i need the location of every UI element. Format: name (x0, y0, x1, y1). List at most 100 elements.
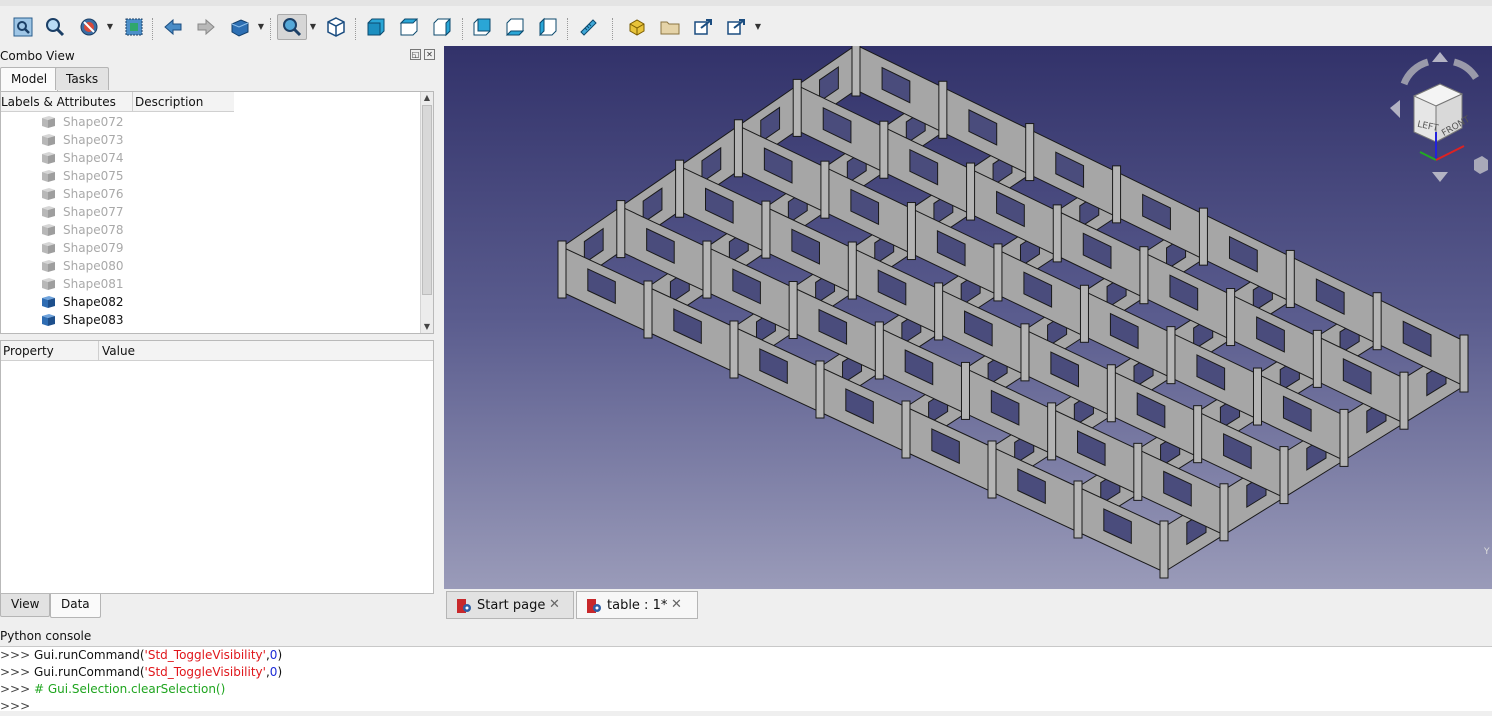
shape-icon (42, 296, 55, 308)
tree-item[interactable]: Shape079 (1, 239, 421, 257)
y-axis-line (1419, 151, 1437, 161)
axis-y-label: Y (1484, 547, 1490, 557)
model-post (847, 241, 857, 300)
right-view-icon[interactable] (429, 14, 455, 40)
tree-item-label: Shape081 (63, 277, 124, 291)
tree-item[interactable]: Shape083 (1, 311, 421, 329)
close-tab-icon[interactable]: ✕ (549, 597, 560, 612)
property-header-value[interactable]: Value (102, 344, 135, 358)
model-post (1339, 408, 1349, 467)
model-post (1198, 207, 1208, 266)
python-console-title: Python console (0, 629, 92, 643)
isometric-view-icon[interactable] (323, 14, 349, 40)
tree-item[interactable]: Shape076 (1, 185, 421, 203)
scroll-up-icon[interactable]: ▲ (421, 92, 433, 104)
nav-down-icon (1432, 172, 1448, 182)
freecad-icon (587, 599, 601, 613)
tree-item[interactable]: Shape074 (1, 149, 421, 167)
model-post (1133, 442, 1143, 501)
draw-style-dropdown[interactable]: ▼ (106, 20, 114, 32)
group-icon[interactable] (657, 14, 683, 40)
model-post (1159, 520, 1169, 579)
tab-table-label: table : 1* (607, 598, 668, 613)
tree-item[interactable]: Shape078 (1, 221, 421, 239)
property-header-property[interactable]: Property (3, 344, 54, 358)
tree-item[interactable]: Shape081 (1, 275, 421, 293)
tree-header-description[interactable]: Description (135, 95, 203, 109)
scroll-down-icon[interactable]: ▼ (421, 321, 433, 333)
scroll-thumb[interactable] (422, 105, 432, 295)
close-panel-icon[interactable]: ✕ (424, 49, 435, 60)
back-icon[interactable] (160, 14, 186, 40)
close-tab-icon[interactable]: ✕ (671, 597, 682, 612)
view-menu-icon (1474, 156, 1488, 174)
nav-left-icon (1390, 100, 1400, 118)
model-post (906, 202, 916, 261)
top-view-icon[interactable] (396, 14, 422, 40)
table-model[interactable] (444, 46, 1492, 589)
tree-item[interactable]: Shape072 (1, 113, 421, 131)
shape-icon (42, 206, 55, 218)
workbench-icon[interactable] (227, 14, 253, 40)
shape-icon (42, 188, 55, 200)
model-post (820, 160, 830, 219)
model-post (879, 120, 889, 179)
tab-view[interactable]: View (0, 594, 51, 617)
tree-item[interactable]: Shape082 (1, 293, 421, 311)
link-icon[interactable] (690, 14, 716, 40)
tree-rows: Shape072 Shape073 Shape074 Shape075 Shape076… (1, 113, 421, 329)
3d-viewport[interactable]: LEFT FRONT Y (444, 46, 1492, 589)
shape-icon (42, 170, 55, 182)
tree-scrollbar[interactable]: ▲ ▼ (420, 92, 433, 333)
tab-model[interactable]: Model (0, 67, 59, 91)
tree-item[interactable]: Shape080 (1, 257, 421, 275)
workbench-dropdown[interactable]: ▼ (257, 20, 265, 32)
tree-item[interactable]: Shape073 (1, 131, 421, 149)
tab-data[interactable]: Data (50, 594, 101, 618)
model-post (675, 159, 685, 218)
tree-header-labels[interactable]: Labels & Attributes (1, 95, 116, 109)
model-post (1372, 292, 1382, 351)
fit-selection-icon[interactable] (42, 14, 68, 40)
model-post (1020, 323, 1030, 382)
model-post (788, 281, 798, 340)
tree-header: Labels & Attributes Description (1, 92, 234, 112)
tree-item[interactable]: Shape075 (1, 167, 421, 185)
zoom-icon[interactable] (277, 14, 307, 40)
combo-view-title: Combo View (0, 49, 75, 63)
fit-all-icon[interactable] (10, 14, 36, 40)
tree-item-label: Shape080 (63, 259, 124, 273)
part-icon[interactable] (624, 14, 650, 40)
front-view-icon[interactable] (363, 14, 389, 40)
left-view-icon[interactable] (535, 14, 561, 40)
bottom-view-icon[interactable] (502, 14, 528, 40)
model-post (1025, 123, 1035, 182)
tab-table-document[interactable]: table : 1* ✕ (576, 591, 698, 619)
rear-view-icon[interactable] (469, 14, 495, 40)
tab-tasks[interactable]: Tasks (55, 67, 110, 90)
model-post (1219, 483, 1229, 542)
property-view: Property Value (0, 340, 434, 594)
console-input-line[interactable]: >>> (0, 699, 34, 716)
navigation-cube[interactable]: LEFT FRONT (1384, 50, 1492, 190)
model-post (729, 320, 739, 379)
measure-icon[interactable] (575, 14, 601, 40)
tab-start-page[interactable]: Start page ✕ (446, 591, 574, 619)
link-actions-dropdown[interactable]: ▼ (754, 20, 762, 32)
draw-style-icon[interactable] (76, 14, 102, 40)
model-post (1079, 284, 1089, 343)
link-actions-icon[interactable] (723, 14, 749, 40)
tree-item[interactable]: Shape077 (1, 203, 421, 221)
model-post (1112, 165, 1122, 224)
shape-icon (42, 278, 55, 290)
model-post (792, 78, 802, 137)
float-panel-icon[interactable]: ◱ (410, 49, 421, 60)
bounding-box-icon[interactable] (121, 14, 147, 40)
model-post (761, 200, 771, 259)
model-post (557, 240, 567, 299)
forward-icon[interactable] (193, 14, 219, 40)
shape-icon (42, 116, 55, 128)
console-line: >>> # Gui.Selection.clearSelection() (0, 682, 226, 696)
zoom-dropdown[interactable]: ▼ (309, 20, 317, 32)
python-console[interactable]: >>> Gui.runCommand('Std_ToggleVisibility… (0, 646, 1492, 713)
